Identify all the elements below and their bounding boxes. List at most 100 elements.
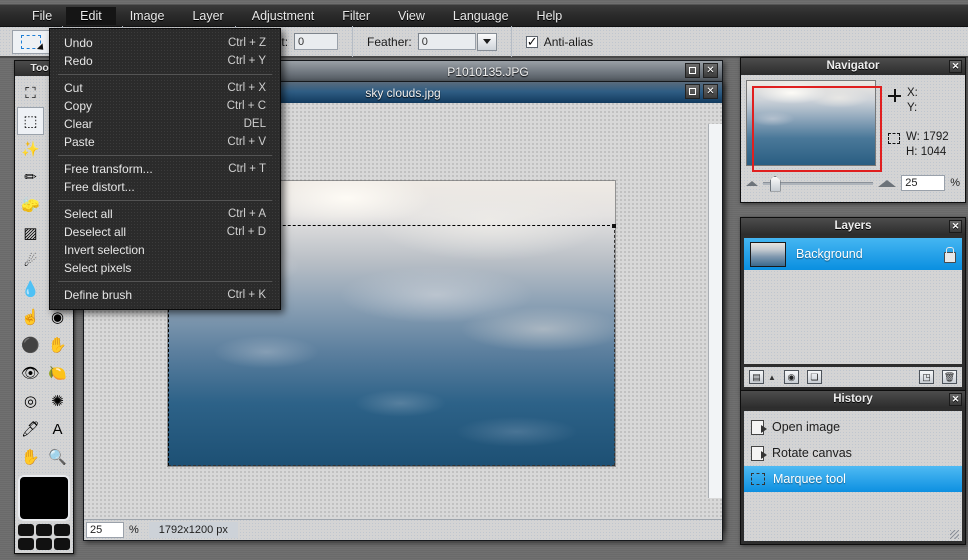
lock-icon[interactable] xyxy=(942,247,956,262)
hand-tool-icon[interactable]: ✋ xyxy=(17,443,44,471)
menu-item-copy[interactable]: CopyCtrl + C xyxy=(50,97,280,115)
palette-swatch[interactable] xyxy=(36,524,52,536)
merge-layer-button[interactable]: ◳ xyxy=(919,370,934,384)
edit-dropdown-menu[interactable]: UndoCtrl + Z RedoCtrl + Y CutCtrl + X Co… xyxy=(49,28,281,310)
zoom-tool-icon[interactable]: 🔍 xyxy=(44,443,71,471)
navigator-size-row: W: 1792 H: 1044 xyxy=(888,130,949,160)
layers-list[interactable]: Background xyxy=(744,238,962,364)
menu-item-select-pixels[interactable]: Select pixels xyxy=(50,259,280,277)
menu-filter[interactable]: Filter xyxy=(328,7,384,25)
palette-swatch[interactable] xyxy=(54,538,70,550)
feather-chevron-down-icon[interactable] xyxy=(477,33,497,51)
selection-rect-icon xyxy=(888,133,900,144)
smudge-tool-icon[interactable]: ☄ xyxy=(17,247,44,275)
navigator-viewport-rect[interactable] xyxy=(752,86,882,172)
menu-separator xyxy=(58,155,272,156)
water-drop-tool-icon[interactable]: 💧 xyxy=(17,275,44,303)
palette-swatch[interactable] xyxy=(18,538,34,550)
type-tool-icon[interactable]: A xyxy=(44,415,71,443)
zoom-slider-knob[interactable] xyxy=(770,176,781,192)
menu-item-redo[interactable]: RedoCtrl + Y xyxy=(50,52,280,70)
zoom-out-icon[interactable] xyxy=(746,181,758,186)
eraser-tool-icon[interactable]: 🧽 xyxy=(17,191,44,219)
menu-item-cut[interactable]: CutCtrl + X xyxy=(50,79,280,97)
window-titlebar-back[interactable]: P1010135.JPG ✕ xyxy=(254,61,722,82)
menu-item-invert-selection[interactable]: Invert selection xyxy=(50,241,280,259)
close-icon-front[interactable]: ✕ xyxy=(703,84,718,99)
layer-menu-caret-icon[interactable]: ▲ xyxy=(768,373,776,382)
document-statusbar: 25 % 1792x1200 px xyxy=(84,519,722,540)
document-icon xyxy=(751,446,764,461)
zoom-in-icon[interactable] xyxy=(878,180,896,187)
blur-tool-icon[interactable]: ✋ xyxy=(44,331,71,359)
delete-layer-button[interactable]: 🗑 xyxy=(942,370,957,384)
menu-item-define-brush[interactable]: Define brushCtrl + K xyxy=(50,286,280,304)
maximize-icon-front[interactable] xyxy=(685,84,700,99)
menu-item-undo[interactable]: UndoCtrl + Z xyxy=(50,34,280,52)
color-palette-grid xyxy=(18,524,70,550)
menu-item-free-transform[interactable]: Free transform...Ctrl + T xyxy=(50,160,280,178)
crop-tool-icon[interactable]: ⛶ xyxy=(17,79,44,107)
close-icon[interactable]: ✕ xyxy=(949,60,962,73)
antialias-checkbox[interactable] xyxy=(526,36,538,48)
history-item-rotate-canvas[interactable]: Rotate canvas xyxy=(744,440,962,466)
menu-edit[interactable]: Edit xyxy=(66,7,116,25)
palette-swatch[interactable] xyxy=(36,538,52,550)
menu-item-free-distort[interactable]: Free distort... xyxy=(50,178,280,196)
zoom-unit-label: % xyxy=(129,524,139,536)
canvas-vertical-scrollbar[interactable] xyxy=(708,124,722,498)
menu-item-select-all[interactable]: Select allCtrl + A xyxy=(50,205,280,223)
history-resize-grip[interactable] xyxy=(950,530,959,539)
menu-language[interactable]: Language xyxy=(439,7,523,25)
foreground-color-swatch[interactable] xyxy=(18,475,70,521)
add-layer-button[interactable]: ❏ xyxy=(807,370,822,384)
navigator-zoom-slider-row: 25 % xyxy=(746,172,960,194)
pen-tool-icon[interactable]: 🖊 xyxy=(17,415,44,443)
history-item-label: Rotate canvas xyxy=(772,446,852,460)
layers-panel: Layers ✕ Background ▤ ▲ ◉ ❏ ◳ 🗑 xyxy=(740,217,966,391)
menu-layer[interactable]: Layer xyxy=(178,7,237,25)
menu-help[interactable]: Help xyxy=(523,7,577,25)
red-eye-tool-icon[interactable]: 👁 xyxy=(17,359,44,387)
height-input[interactable]: 0 xyxy=(294,33,338,50)
menu-item-clear[interactable]: ClearDEL xyxy=(50,115,280,133)
maximize-icon-back[interactable] xyxy=(685,63,700,78)
close-icon[interactable]: ✕ xyxy=(949,393,962,406)
menu-item-paste[interactable]: PasteCtrl + V xyxy=(50,133,280,151)
pinch-tool-icon[interactable]: ✺ xyxy=(44,387,71,415)
menu-item-deselect-all[interactable]: Deselect allCtrl + D xyxy=(50,223,280,241)
close-icon[interactable]: ✕ xyxy=(949,220,962,233)
zoom-slider-track[interactable] xyxy=(763,182,873,185)
close-icon-back[interactable]: ✕ xyxy=(703,63,718,78)
selection-handle-tr[interactable] xyxy=(612,224,616,228)
marquee-tool-icon[interactable]: ⬚ xyxy=(17,107,44,135)
history-list[interactable]: Open image Rotate canvas Marquee tool xyxy=(744,411,962,541)
image-dimensions-label: 1792x1200 px xyxy=(149,522,238,538)
menu-adjustment[interactable]: Adjustment xyxy=(238,7,329,25)
options-antialias[interactable]: Anti-alias xyxy=(512,26,613,57)
doodle-tool-icon[interactable]: 🍋 xyxy=(44,359,71,387)
dodge-tool-icon[interactable]: ☝ xyxy=(17,303,44,331)
feather-input[interactable]: 0 xyxy=(418,33,476,50)
menu-image[interactable]: Image xyxy=(116,7,179,25)
magic-wand-tool-icon[interactable]: ✨ xyxy=(17,135,44,163)
history-item-open-image[interactable]: Open image xyxy=(744,414,962,440)
gradient-tool-icon[interactable]: ▨ xyxy=(17,219,44,247)
marquee-tool-icon[interactable] xyxy=(12,30,50,54)
navigator-zoom-input[interactable]: 25 xyxy=(901,175,945,191)
pencil-tool-icon[interactable]: ✏ xyxy=(17,163,44,191)
layer-row-background[interactable]: Background xyxy=(744,238,962,270)
menu-view[interactable]: View xyxy=(384,7,439,25)
history-item-marquee-tool[interactable]: Marquee tool xyxy=(744,466,962,492)
zoom-input[interactable]: 25 xyxy=(86,522,124,538)
burn-tool-icon[interactable]: ⚫ xyxy=(17,331,44,359)
navigator-body: X: Y: W: 1792 H: 1044 xyxy=(741,75,965,202)
layer-mask-button[interactable]: ◉ xyxy=(784,370,799,384)
navigator-y-label: Y: xyxy=(907,102,917,114)
layer-settings-button[interactable]: ▤ xyxy=(749,370,764,384)
menu-file[interactable]: File xyxy=(18,7,66,25)
palette-swatch[interactable] xyxy=(18,524,34,536)
bloat-tool-icon[interactable]: ◎ xyxy=(17,387,44,415)
layers-footer: ▤ ▲ ◉ ❏ ◳ 🗑 xyxy=(744,367,962,387)
palette-swatch[interactable] xyxy=(54,524,70,536)
